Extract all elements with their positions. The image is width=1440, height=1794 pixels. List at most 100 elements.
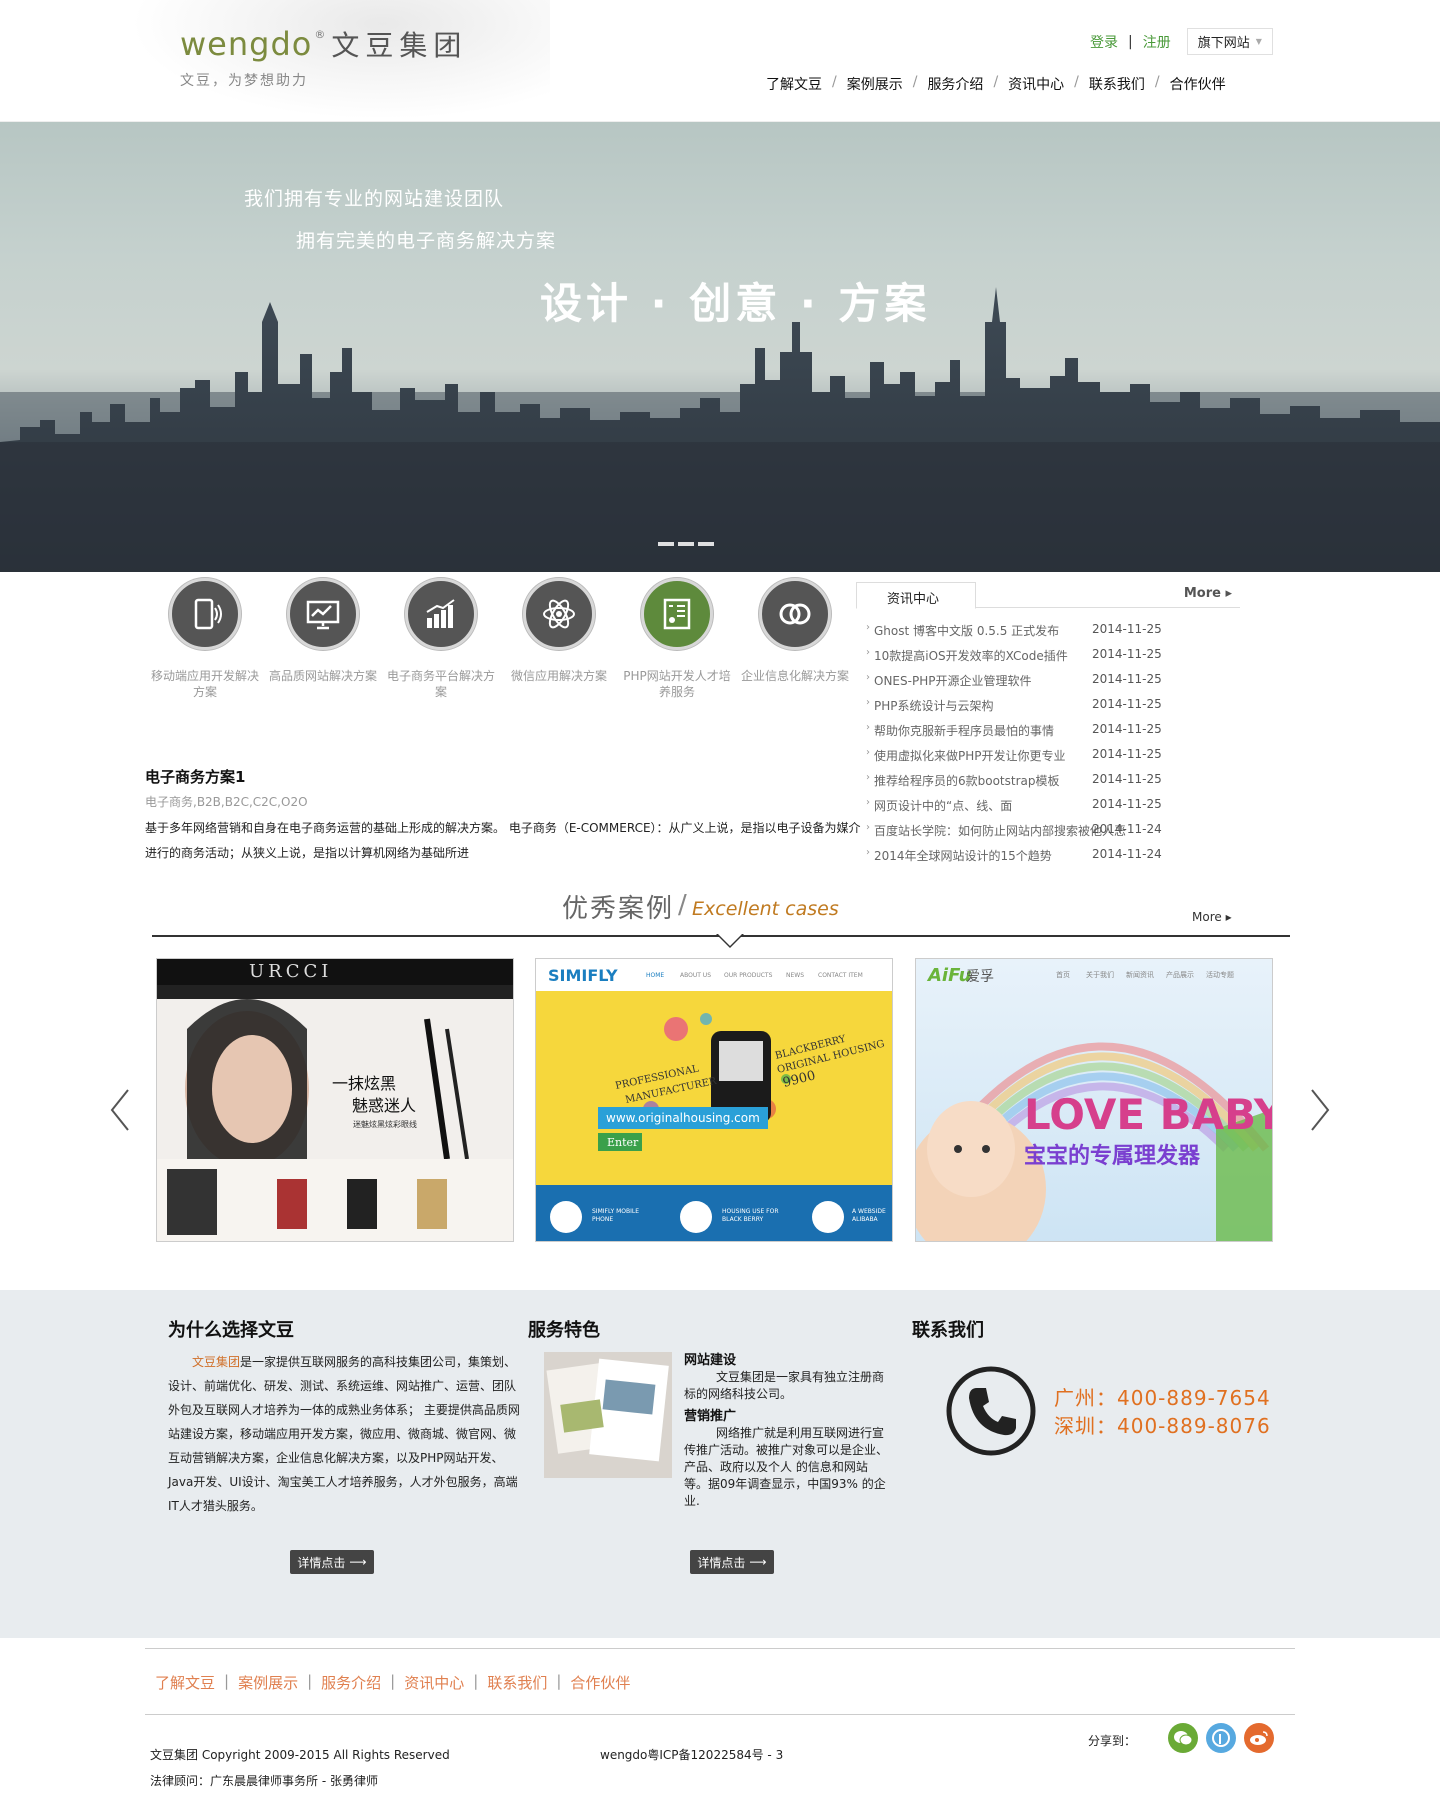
feature-website: 网站建设 文豆集团是一家具有独立注册商标的网络科技公司。 — [684, 1352, 890, 1403]
news-title[interactable]: 百度站长学院：如何防止网站内部搜索被他人恶 — [874, 822, 1126, 847]
arrow-right-icon: ⟶ — [349, 1555, 367, 1569]
phone-shenzhen[interactable]: 深圳：400-889-8076 — [1054, 1410, 1271, 1439]
service-wechat[interactable]: 微信应用解决方案 — [500, 578, 618, 684]
service-php-training[interactable]: PHP网站开发人才培养服务 — [618, 578, 736, 700]
nav-item-services[interactable]: 服务介绍 — [927, 74, 983, 94]
cases-title-en: Excellent cases — [692, 898, 839, 920]
feature-website-title[interactable]: 网站建设 — [684, 1352, 890, 1369]
subsite-label: 旗下网站 — [1197, 36, 1250, 51]
case-footer-text: ALIBABA — [852, 1216, 879, 1223]
list-item[interactable]: › 10款提高iOS开发效率的XCode插件 2014-11-25 — [856, 647, 1240, 672]
why-detail-button[interactable]: 详情点击 ⟶ — [290, 1550, 374, 1574]
cases-more-link[interactable]: More ▸ — [1192, 910, 1232, 924]
case-nav: 关于我们 — [1086, 970, 1114, 979]
register-link[interactable]: 注册 — [1143, 32, 1171, 52]
list-item[interactable]: › Ghost 博客中文版 0.5.5 正式发布 2014-11-25 — [856, 622, 1240, 647]
case-card-urcci[interactable]: URCCI 一抹炫黑 魅惑迷人 迷魅炫黑炫彩眼线 — [156, 958, 514, 1242]
footer-separator: | — [390, 1672, 396, 1690]
phone-guangzhou[interactable]: 广州：400-889-7654 — [1054, 1382, 1271, 1411]
footer-divider — [145, 1714, 1295, 1715]
nav-item-news[interactable]: 资讯中心 — [1008, 74, 1064, 94]
footer-link-news[interactable]: 资讯中心 — [404, 1672, 464, 1693]
arrow-bullet-icon: › — [866, 672, 870, 683]
service-label: 微信应用解决方案 — [510, 669, 607, 683]
solution-title[interactable]: 电子商务方案1 — [145, 766, 865, 787]
nav-item-partners[interactable]: 合作伙伴 — [1170, 74, 1226, 94]
service-enterprise[interactable]: 企业信息化解决方案 — [736, 578, 854, 684]
feature-marketing-title[interactable]: 营销推广 — [684, 1408, 890, 1425]
logo[interactable]: wengdo ® 文豆集团 — [180, 24, 467, 64]
list-item[interactable]: › 2014年全球网站设计的15个趋势 2014-11-24 — [856, 847, 1240, 872]
service-mobile[interactable]: 移动端应用开发解决方案 — [146, 578, 264, 700]
news-title[interactable]: ONES-PHP开源企业管理软件 — [874, 672, 1031, 697]
news-panel: 资讯中心 More ▸ › Ghost 博客中文版 0.5.5 正式发布 2014-… — [856, 580, 1240, 880]
sina-weibo-icon[interactable] — [1244, 1723, 1274, 1753]
slide-dot[interactable] — [678, 542, 694, 546]
list-item[interactable]: › PHP系统设计与云架构 2014-11-25 — [856, 697, 1240, 722]
icp-record[interactable]: wengdo粤ICP备12022584号 - 3 — [600, 1746, 783, 1763]
news-title[interactable]: PHP系统设计与云架构 — [874, 697, 994, 722]
solution-intro: 电子商务方案1 电子商务,B2B,B2C,C2C,O2O 基于多年网络营销和自身… — [145, 766, 865, 866]
case-card-aifu[interactable]: AiFu 爱孚 首页 关于我们 新闻资讯 产品展示 活动专题 LOVE BABY… — [915, 958, 1273, 1242]
list-item[interactable]: › 帮助你克服新手程序员最怕的事情 2014-11-25 — [856, 722, 1240, 747]
why-text: 文豆集团是一家提供互联网服务的高科技集团公司，集策划、设计、前端优化、研发、测试… — [168, 1350, 520, 1518]
slide-dot[interactable] — [698, 542, 714, 546]
news-title[interactable]: 帮助你克服新手程序员最怕的事情 — [874, 722, 1054, 747]
nav-separator: / — [1154, 74, 1160, 90]
cases-header: 优秀案例 / Excellent cases More ▸ — [152, 880, 1292, 950]
news-title[interactable]: 10款提高iOS开发效率的XCode插件 — [874, 647, 1068, 672]
list-item[interactable]: › 推荐给程序员的6款bootstrap模板 2014-11-25 — [856, 772, 1240, 797]
why-title: 为什么选择文豆 — [168, 1320, 294, 1341]
news-more-link[interactable]: More ▸ — [1184, 586, 1232, 601]
news-title[interactable]: 网页设计中的“点、线、面 — [874, 797, 1012, 822]
nav-item-about[interactable]: 了解文豆 — [766, 74, 822, 94]
arrow-bullet-icon: › — [866, 697, 870, 708]
footer-link-about[interactable]: 了解文豆 — [155, 1672, 215, 1693]
chevron-right-icon[interactable] — [1308, 1088, 1332, 1132]
footer-link-services[interactable]: 服务介绍 — [321, 1672, 381, 1693]
chevron-left-icon[interactable] — [108, 1088, 132, 1132]
list-item[interactable]: › ONES-PHP开源企业管理软件 2014-11-25 — [856, 672, 1240, 697]
login-link[interactable]: 登录 — [1090, 32, 1118, 52]
case-card-simifly[interactable]: SIMIFLY HOME ABOUT US OUR PRODUCTS NEWS … — [535, 958, 893, 1242]
footer-link-contact[interactable]: 联系我们 — [487, 1672, 547, 1693]
footer-nav: 了解文豆 | 案例展示 | 服务介绍 | 资讯中心 | 联系我们 | 合作伙伴 — [155, 1672, 630, 1693]
case-nav: 首页 — [1056, 970, 1070, 979]
nav-item-contact[interactable]: 联系我们 — [1089, 74, 1145, 94]
feature-detail-button[interactable]: 详情点击 ⟶ — [690, 1550, 774, 1574]
share-label: 分享到： — [1088, 1734, 1137, 1748]
why-highlight[interactable]: 文豆集团 — [192, 1355, 240, 1369]
case-thumbnail-urcci: URCCI 一抹炫黑 魅惑迷人 迷魅炫黑炫彩眼线 — [157, 959, 513, 1241]
subsite-dropdown[interactable]: 旗下网站 ▼ — [1186, 28, 1273, 55]
banner-line2: 拥有完美的电子商务解决方案 — [296, 230, 557, 252]
nav-separator: / — [912, 74, 918, 90]
service-ecommerce[interactable]: 电子商务平台解决方案 — [382, 578, 500, 700]
case-enter: Enter — [607, 1136, 639, 1149]
news-date: 2014-11-25 — [1092, 622, 1162, 636]
service-label: 企业信息化解决方案 — [740, 669, 849, 683]
list-item[interactable]: › 网页设计中的“点、线、面 2014-11-25 — [856, 797, 1240, 822]
news-title[interactable]: Ghost 博客中文版 0.5.5 正式发布 — [874, 622, 1059, 647]
news-title[interactable]: 使用虚拟化来做PHP开发让你更专业 — [874, 747, 1066, 772]
list-item[interactable]: › 使用虚拟化来做PHP开发让你更专业 2014-11-25 — [856, 747, 1240, 772]
mobile-icon — [169, 578, 241, 650]
cases-title-cn: 优秀案例 — [562, 894, 675, 924]
news-date: 2014-11-24 — [1092, 847, 1162, 861]
footer-link-cases[interactable]: 案例展示 — [238, 1672, 298, 1693]
footer-link-partners[interactable]: 合作伙伴 — [570, 1672, 630, 1693]
service-website[interactable]: 高品质网站解决方案 — [264, 578, 382, 684]
list-item[interactable]: › 百度站长学院：如何防止网站内部搜索被他人恶 2014-11-24 — [856, 822, 1240, 847]
link-separator: | — [1128, 33, 1133, 50]
news-title[interactable]: 推荐给程序员的6款bootstrap模板 — [874, 772, 1060, 797]
nav-item-cases[interactable]: 案例展示 — [847, 74, 903, 94]
hero-banner[interactable]: 我们拥有专业的网站建设团队 拥有完美的电子商务解决方案 设计 · 创意 · 方案 — [0, 122, 1440, 572]
news-title[interactable]: 2014年全球网站设计的15个趋势 — [874, 847, 1052, 872]
slide-dot[interactable] — [658, 542, 674, 546]
case-subhead: 宝宝的专属理发器 — [1024, 1143, 1201, 1169]
footer-separator: | — [307, 1672, 313, 1690]
wechat-icon[interactable] — [1168, 1723, 1198, 1753]
news-date: 2014-11-25 — [1092, 647, 1162, 661]
case-footer-text: HOUSING USE FOR — [722, 1208, 779, 1215]
tab-news[interactable]: 资讯中心 — [856, 582, 976, 609]
tencent-weibo-icon[interactable] — [1206, 1723, 1236, 1753]
